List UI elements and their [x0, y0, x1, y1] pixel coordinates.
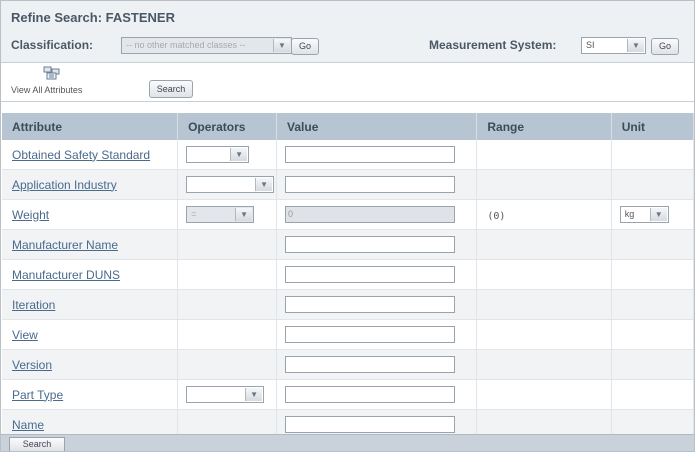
- table-header-row: Attribute Operators Value Range Unit: [2, 113, 694, 140]
- classification-label: Classification:: [11, 38, 94, 52]
- attributes-table: Attribute Operators Value Range Unit Obt…: [2, 113, 694, 440]
- classification-select-value: -- no other matched classes --: [126, 40, 246, 50]
- operator-cell: [177, 229, 278, 260]
- operator-select[interactable]: ▼: [186, 146, 250, 163]
- value-input[interactable]: [285, 386, 456, 403]
- range-cell: [476, 349, 612, 380]
- column-header-unit: Unit: [611, 113, 694, 140]
- attribute-link-name[interactable]: Name: [12, 418, 44, 432]
- value-input[interactable]: [285, 176, 456, 193]
- chevron-down-icon: ▼: [273, 39, 290, 52]
- value-input[interactable]: [285, 296, 456, 313]
- operator-cell: [177, 259, 278, 290]
- page-title: Refine Search: FASTENER: [11, 10, 175, 25]
- value-input[interactable]: [285, 416, 456, 433]
- table-row: Part Type ▼: [2, 379, 694, 410]
- attribute-link-version[interactable]: Version: [12, 358, 52, 372]
- attribute-link-weight[interactable]: Weight: [12, 208, 49, 222]
- attribute-link-obtained-safety-standard[interactable]: Obtained Safety Standard: [12, 148, 150, 162]
- chevron-down-icon: ▼: [255, 178, 273, 191]
- unit-value: kg: [624, 209, 635, 219]
- operator-cell: [177, 289, 278, 320]
- column-header-value: Value: [276, 113, 478, 140]
- value-input[interactable]: [285, 356, 456, 373]
- attribute-link-part-type[interactable]: Part Type: [12, 388, 63, 402]
- value-input[interactable]: [285, 146, 456, 163]
- operator-value: =: [191, 209, 197, 219]
- attribute-link-application-industry[interactable]: Application Industry: [12, 178, 117, 192]
- chevron-down-icon: ▼: [245, 388, 263, 401]
- unit-cell: [611, 319, 694, 350]
- unit-cell: [611, 379, 694, 410]
- table-row: Manufacturer Name: [2, 229, 694, 260]
- table-row: Manufacturer DUNS: [2, 259, 694, 290]
- attribute-link-iteration[interactable]: Iteration: [12, 298, 55, 312]
- value-input[interactable]: [285, 236, 456, 253]
- unit-cell: [611, 349, 694, 380]
- range-cell: [476, 289, 612, 320]
- attribute-link-view[interactable]: View: [12, 328, 38, 342]
- unit-cell: [611, 229, 694, 260]
- value-input[interactable]: [285, 326, 456, 343]
- unit-cell: [611, 169, 694, 200]
- measurement-system-label: Measurement System:: [429, 38, 557, 52]
- operator-select[interactable]: = ▼: [186, 206, 255, 223]
- footer-bar: Search: [1, 434, 694, 451]
- table-row: Version: [2, 349, 694, 380]
- column-header-attribute: Attribute: [2, 113, 179, 140]
- unit-cell: [611, 140, 694, 170]
- table-row: View: [2, 319, 694, 350]
- range-cell: [476, 229, 612, 260]
- measurement-go-button[interactable]: Go: [651, 38, 679, 55]
- unit-select[interactable]: kg ▼: [619, 206, 669, 223]
- value-input[interactable]: [285, 266, 456, 283]
- table-row: Iteration: [2, 289, 694, 320]
- chevron-down-icon: ▼: [649, 208, 667, 221]
- table-row: Application Industry ▼: [2, 169, 694, 200]
- chevron-down-icon: ▼: [627, 39, 644, 52]
- operator-cell: [177, 349, 278, 380]
- measurement-system-value: SI: [586, 40, 595, 50]
- value-input[interactable]: 0: [285, 206, 456, 223]
- range-cell: [476, 169, 612, 200]
- range-value: (0): [487, 210, 506, 222]
- column-header-range: Range: [476, 113, 612, 140]
- refine-search-panel: Refine Search: FASTENER Classification: …: [0, 0, 695, 452]
- operator-select[interactable]: ▼: [186, 176, 275, 193]
- unit-cell: [611, 259, 694, 290]
- range-cell: [476, 140, 612, 170]
- table-row: Obtained Safety Standard ▼: [2, 140, 694, 170]
- operator-cell: [177, 319, 278, 350]
- column-header-operators: Operators: [177, 113, 278, 140]
- footer-search-button[interactable]: Search: [9, 437, 65, 451]
- chevron-down-icon: ▼: [230, 148, 248, 161]
- range-cell: [476, 379, 612, 410]
- attribute-link-manufacturer-duns[interactable]: Manufacturer DUNS: [12, 268, 120, 282]
- chevron-down-icon: ▼: [235, 208, 253, 221]
- classification-select[interactable]: -- no other matched classes -- ▼: [121, 37, 292, 54]
- attribute-link-manufacturer-name[interactable]: Manufacturer Name: [12, 238, 118, 252]
- view-attributes-icon[interactable]: [43, 66, 61, 80]
- view-all-attributes-link[interactable]: View All Attributes: [11, 85, 82, 95]
- range-cell: [476, 319, 612, 350]
- toolbar: View All Attributes Search: [1, 63, 694, 102]
- measurement-system-select[interactable]: SI ▼: [581, 37, 646, 54]
- search-header: Refine Search: FASTENER Classification: …: [1, 1, 694, 63]
- unit-cell: [611, 289, 694, 320]
- classification-go-button[interactable]: Go: [291, 38, 319, 55]
- range-cell: [476, 259, 612, 290]
- table-row: Weight = ▼ 0 (0) kg ▼: [2, 199, 694, 230]
- operator-select[interactable]: ▼: [186, 386, 265, 403]
- search-button[interactable]: Search: [149, 80, 193, 98]
